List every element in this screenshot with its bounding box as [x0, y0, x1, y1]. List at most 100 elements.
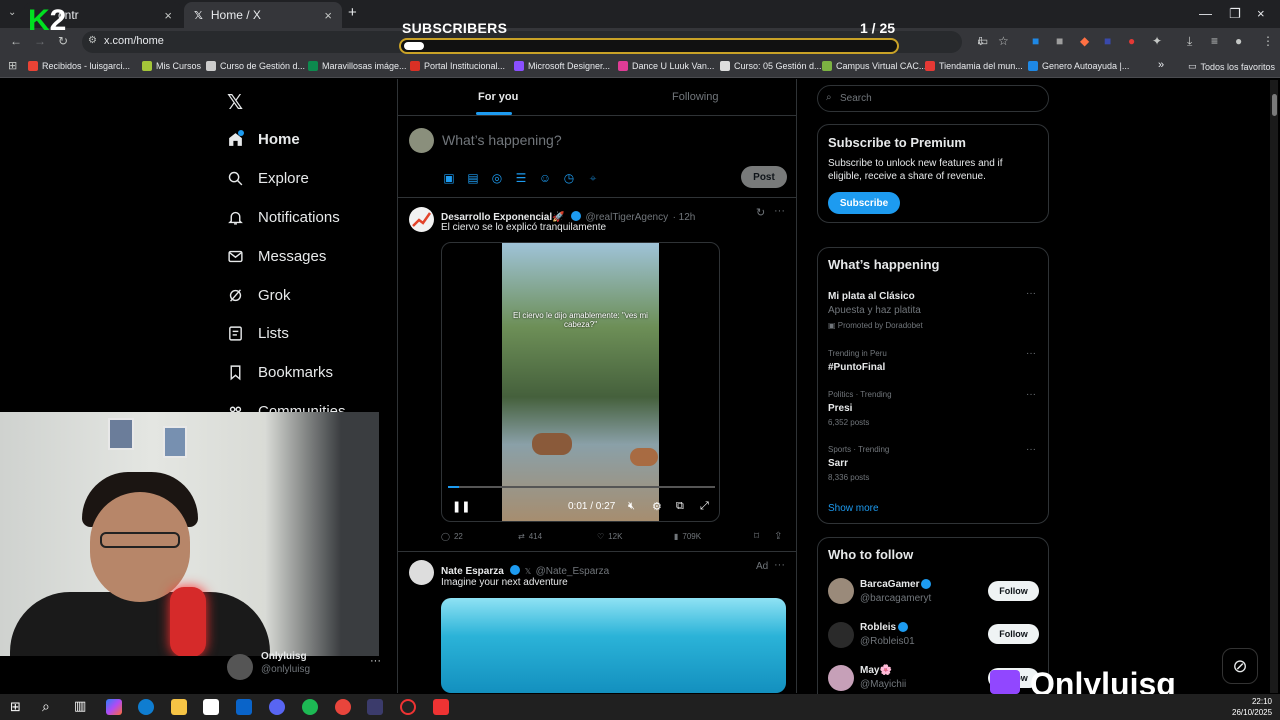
media-icon[interactable]: ≡ — [1211, 34, 1218, 48]
tab-search-icon[interactable]: ⌄ — [8, 7, 16, 18]
spotify-icon[interactable] — [302, 699, 318, 715]
nav-item-messages[interactable]: Messages — [227, 244, 326, 268]
nav-item-explore[interactable]: Explore — [227, 166, 309, 190]
tweet-video[interactable]: El ciervo le dijo amablemente: "ves mi c… — [441, 242, 720, 522]
scrollbar-thumb[interactable] — [1272, 94, 1277, 116]
apps-grid-icon[interactable]: ⊞ — [8, 59, 17, 72]
follow-avatar[interactable] — [828, 622, 854, 648]
task-view-icon[interactable]: ▥ — [74, 698, 86, 714]
obs-icon[interactable] — [400, 699, 416, 715]
extension-3-icon[interactable]: ◆ — [1080, 34, 1089, 48]
share-icon[interactable]: ⇪ — [774, 531, 782, 542]
bookmark-item[interactable]: Campus Virtual CAC... — [822, 61, 926, 71]
show-more-link[interactable]: Show more — [828, 503, 879, 514]
like-action[interactable]: ♡ 12K — [597, 532, 622, 541]
restore-icon[interactable]: ❐ — [1229, 6, 1241, 22]
emoji-icon[interactable]: ☺ — [538, 171, 552, 185]
compose-avatar[interactable] — [409, 128, 434, 153]
gif-icon[interactable]: ▤ — [466, 171, 480, 185]
page-scrollbar[interactable] — [1270, 80, 1278, 693]
schedule-icon[interactable]: ◷ — [562, 171, 576, 185]
extensions-puzzle-icon[interactable]: ✦ — [1152, 34, 1162, 48]
system-clock[interactable]: 22:10 26/10/2025 — [1232, 696, 1272, 718]
app-icon[interactable] — [367, 699, 383, 715]
edge-icon[interactable] — [138, 699, 154, 715]
bookmark-item[interactable]: Maravillosas imáge... — [308, 61, 407, 71]
follow-name[interactable]: May🌸 — [860, 665, 892, 676]
account-avatar[interactable] — [227, 654, 253, 680]
tweet-more-icon[interactable]: ··· — [774, 559, 785, 571]
repost-action[interactable]: ⇄ 414 — [518, 532, 542, 541]
trend-title[interactable]: Sarr — [828, 458, 848, 469]
bookmark-item[interactable]: Mis Cursos — [142, 61, 201, 71]
bookmark-item[interactable]: Recibidos - luisgarci... — [28, 61, 130, 71]
trend-more-icon[interactable]: ··· — [1026, 288, 1036, 299]
tweet-author-handle[interactable]: @Nate_Esparza — [536, 566, 610, 577]
all-bookmarks-button[interactable]: ▭ Todos los favoritos — [1188, 61, 1275, 72]
reply-action[interactable]: ◯ 22 — [441, 532, 463, 541]
bookmarks-more-icon[interactable]: » — [1158, 59, 1164, 71]
discord-icon[interactable] — [269, 699, 285, 715]
bookmark-action-icon[interactable]: ⌑ — [754, 531, 759, 542]
bookmark-item[interactable]: Dance U Luuk Van... — [618, 61, 714, 71]
tweet-avatar[interactable] — [409, 207, 434, 232]
bookmark-item[interactable]: Portal Institucional... — [410, 61, 505, 71]
nav-item-grok[interactable]: Grok — [227, 283, 291, 307]
grok-floating-icon[interactable]: ⊘ — [1222, 648, 1258, 684]
trend-title[interactable]: Mi plata al Clásico — [828, 291, 915, 302]
taskbar-search-icon[interactable]: ⌕ — [42, 698, 50, 715]
nav-item-notifications[interactable]: Notifications — [227, 205, 340, 229]
bookmark-item[interactable]: Curso: 05 Gestión d... — [720, 61, 822, 71]
trend-more-icon[interactable]: ··· — [1026, 389, 1036, 400]
browser-tab-2[interactable]: 𝕏 Home / X × — [184, 2, 342, 28]
extension-5-icon[interactable]: ● — [1128, 34, 1135, 48]
bookmark-item[interactable]: Genero Autoayuda |... — [1028, 61, 1129, 71]
file-explorer-icon[interactable] — [171, 699, 187, 715]
pip-icon[interactable]: ⧉ — [676, 500, 684, 513]
window-close-icon[interactable]: × — [1257, 6, 1265, 21]
follow-name[interactable]: Robleis — [860, 622, 909, 633]
trend-title[interactable]: #PuntoFinal — [828, 362, 885, 373]
image-icon[interactable]: ▣ — [442, 171, 456, 185]
trend-title[interactable]: Presi — [828, 403, 852, 414]
windows-start-icon[interactable]: ⊞ — [10, 699, 21, 715]
tweet-avatar[interactable] — [409, 560, 434, 585]
extension-4-icon[interactable]: ■ — [1104, 34, 1111, 48]
site-info-icon[interactable]: ⚙ — [88, 35, 97, 46]
tab-close-icon[interactable]: × — [164, 8, 172, 23]
trend-more-icon[interactable]: ··· — [1026, 444, 1036, 455]
post-button[interactable]: Post — [741, 166, 787, 188]
video-progress-bar[interactable] — [448, 486, 715, 488]
back-icon[interactable]: ← — [10, 34, 22, 48]
download-icon[interactable]: ⤓ — [1187, 34, 1192, 49]
bookmark-item[interactable]: Curso de Gestión d... — [206, 61, 305, 71]
grok-compose-icon[interactable]: ◎ — [490, 171, 504, 185]
tweet-time[interactable]: · 12h — [673, 212, 696, 223]
views-action[interactable]: ▮ 709K — [674, 532, 701, 541]
x-logo-icon[interactable]: 𝕏 — [227, 90, 243, 115]
minimize-icon[interactable]: — — [1199, 6, 1212, 21]
tweet-more-icon[interactable]: ··· — [774, 205, 785, 217]
trend-more-icon[interactable]: ··· — [1026, 348, 1036, 359]
settings-gear-icon[interactable]: ⚙ — [652, 500, 662, 513]
fullscreen-icon[interactable]: ⤢ — [700, 500, 709, 513]
chrome-icon[interactable] — [335, 699, 351, 715]
tab-close-icon[interactable]: × — [324, 8, 332, 23]
star-icon[interactable]: ☆ — [998, 34, 1009, 48]
outlook-icon[interactable] — [236, 699, 252, 715]
copilot-icon[interactable] — [106, 699, 122, 715]
tweet-author-name[interactable]: Nate Esparza — [441, 566, 504, 577]
ad-image[interactable] — [441, 598, 786, 693]
tab-for-you[interactable]: For you — [478, 91, 518, 103]
account-more-icon[interactable]: ··· — [370, 655, 381, 667]
profile-avatar-icon[interactable]: ● — [1235, 34, 1242, 48]
subscribe-button[interactable]: Subscribe — [828, 192, 900, 214]
extension-2-icon[interactable]: ■ — [1056, 34, 1063, 48]
bookmark-item[interactable]: Tiendamia del mun... — [925, 61, 1023, 71]
grok-explain-icon[interactable]: ↻ — [756, 206, 765, 219]
new-tab-button[interactable]: + — [348, 4, 357, 21]
follow-avatar[interactable] — [828, 578, 854, 604]
pause-icon[interactable]: ❚❚ — [452, 500, 470, 513]
store-icon[interactable] — [203, 699, 219, 715]
nav-item-lists[interactable]: Lists — [227, 321, 289, 345]
